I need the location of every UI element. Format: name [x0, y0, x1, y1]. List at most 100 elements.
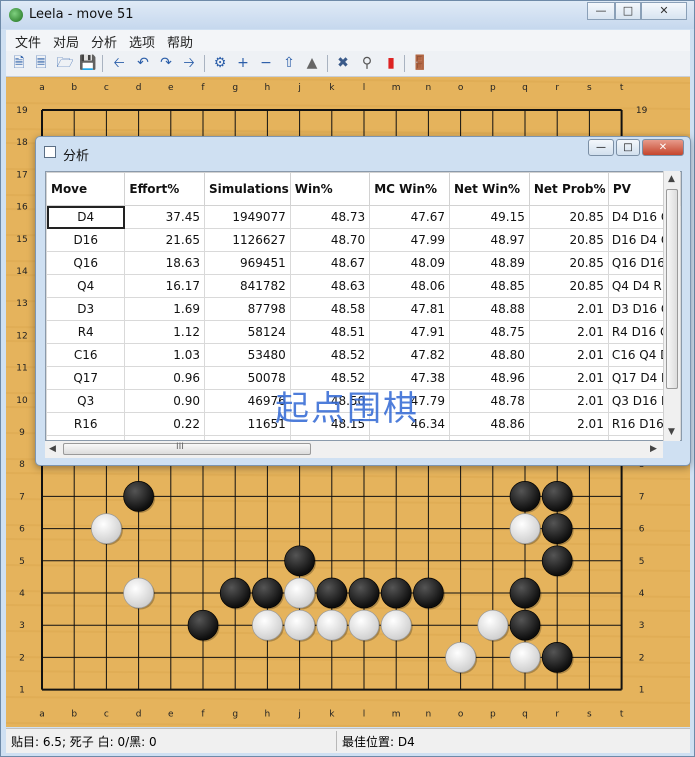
menu-options[interactable]: 选项: [129, 32, 155, 51]
table-cell: 969451: [203, 251, 291, 275]
column-header[interactable]: Win%: [289, 172, 371, 206]
menu-analysis[interactable]: 分析: [91, 32, 117, 51]
exit-icon[interactable]: 🚪: [411, 54, 429, 72]
table-row[interactable]: D4 37.45 1949077 48.73 47.67 49.15 20.85 D4 D16…: [46, 205, 681, 229]
table-cell: 20.85: [528, 251, 609, 275]
horizontal-scroll-thumb[interactable]: III: [63, 442, 311, 455]
column-label: b: [71, 83, 77, 93]
undo-icon[interactable]: ↶: [134, 54, 152, 72]
table-row[interactable]: Q4 16.17 841782 48.63 48.06 48.85 20.85 Q4 D4 R…: [46, 274, 681, 298]
table-cell: 20.85: [528, 274, 609, 298]
menu-file[interactable]: 文件: [15, 32, 41, 51]
column-label: l: [363, 83, 366, 93]
table-cell: R4: [46, 320, 126, 344]
back-icon[interactable]: 🡠: [110, 54, 128, 72]
column-header[interactable]: Effort%: [124, 172, 205, 206]
table-cell: 48.89: [449, 251, 530, 275]
maximize-button[interactable]: □: [615, 2, 641, 20]
menu-help[interactable]: 帮助: [167, 32, 193, 51]
close-button[interactable]: ✕: [641, 2, 687, 20]
analysis-maximize-button[interactable]: □: [616, 139, 640, 156]
mark-icon[interactable]: ▮: [382, 54, 400, 72]
column-header[interactable]: MC Win%: [369, 172, 450, 206]
scroll-grip: III: [176, 442, 184, 452]
black-stone: [187, 609, 219, 641]
white-stone: [509, 642, 541, 673]
eraser-icon[interactable]: ▲: [303, 54, 321, 72]
row-label: 2: [639, 653, 645, 663]
column-label: p: [490, 83, 496, 93]
scroll-left-icon[interactable]: ◀: [49, 444, 56, 454]
table-row[interactable]: D16 21.65 1126627 48.70 47.99 48.97 20.85 D16 D…: [46, 228, 681, 252]
new-game-icon[interactable]: 🗎: [10, 54, 28, 72]
table-cell: C16: [46, 343, 126, 367]
column-label: c: [104, 710, 109, 720]
horizontal-scrollbar[interactable]: ◀ III ▶: [45, 441, 663, 458]
column-label: s: [587, 83, 592, 93]
menu-game[interactable]: 对局: [53, 32, 79, 51]
vertical-scrollbar[interactable]: ▲ ▼: [663, 171, 680, 441]
column-label: s: [587, 710, 592, 720]
toolbar-separator: [327, 55, 328, 72]
stop-icon[interactable]: ✖: [334, 54, 352, 72]
forward-icon[interactable]: 🡢: [180, 54, 198, 72]
table-cell: 48.97: [449, 228, 530, 252]
new-handicap-icon[interactable]: 🗏: [32, 54, 50, 72]
save-icon[interactable]: 💾: [79, 54, 97, 72]
column-label: q: [522, 710, 528, 720]
column-header[interactable]: Move: [46, 172, 126, 206]
table-cell: 1.03: [124, 343, 205, 367]
white-stone: [509, 513, 541, 544]
column-header[interactable]: Simulations: [203, 172, 291, 206]
table-cell: 1126627: [203, 228, 291, 252]
analysis-minimize-button[interactable]: —: [588, 139, 614, 156]
row-label: 8: [19, 460, 25, 470]
white-stone: [123, 577, 154, 609]
row-label: 6: [19, 525, 25, 535]
vertical-scroll-thumb[interactable]: [666, 189, 678, 389]
up-icon[interactable]: ⇧: [280, 54, 298, 72]
table-cell: 0.90: [124, 389, 205, 413]
plus-icon[interactable]: +: [234, 54, 252, 72]
white-stone: [445, 642, 476, 673]
column-label: o: [458, 710, 464, 720]
minus-icon[interactable]: −: [257, 54, 275, 72]
table-cell: 841782: [203, 274, 291, 298]
open-icon[interactable]: 🗁: [56, 54, 74, 72]
minimize-button[interactable]: —: [587, 2, 615, 20]
toolbar-separator: [404, 55, 405, 72]
row-label: 9: [19, 428, 25, 438]
column-header[interactable]: Net Prob%: [528, 172, 609, 206]
table-cell: 0.96: [124, 366, 205, 390]
scroll-down-icon[interactable]: ▼: [668, 427, 675, 437]
table-cell: 48.80: [449, 343, 530, 367]
app-icon: [9, 8, 23, 22]
table-row[interactable]: Q16 18.63 969451 48.67 48.09 48.89 20.85 Q16 D1…: [46, 251, 681, 275]
table-header: Move Effort% Simulations Win% MC Win% Net Win…: [46, 172, 681, 206]
table-cell: 48.09: [369, 251, 450, 275]
scroll-right-icon[interactable]: ▶: [650, 444, 657, 454]
search-icon[interactable]: ⚲: [358, 54, 376, 72]
analysis-close-button[interactable]: ✕: [642, 139, 684, 156]
status-komi-captures: 贴目: 6.5; 死子 白: 0/黑: 0: [11, 735, 157, 749]
status-divider: [336, 731, 337, 751]
scroll-up-icon[interactable]: ▲: [668, 174, 675, 184]
watermark: 起点围棋: [275, 389, 419, 429]
black-stone: [219, 577, 251, 609]
black-stone: [123, 481, 154, 512]
table-row[interactable]: C16 1.03 53480 48.52 47.82 48.80 2.01 C16 Q4 D: [46, 343, 681, 367]
column-label: t: [620, 83, 624, 93]
redo-icon[interactable]: ↷: [157, 54, 175, 72]
column-label: k: [329, 710, 335, 720]
column-label: m: [392, 83, 401, 93]
column-label: h: [265, 710, 271, 720]
column-header[interactable]: Net Win%: [449, 172, 530, 206]
title-bar[interactable]: Leela - move 51 — □ ✕: [1, 1, 694, 29]
table-cell: 2.01: [528, 320, 609, 344]
table-row[interactable]: R4 1.12 58124 48.51 47.91 48.75 2.01 R4 D16 Q: [46, 320, 681, 344]
engine-icon[interactable]: ⚙: [211, 54, 229, 72]
table-row[interactable]: D3 1.69 87798 48.58 47.81 48.88 2.01 D3 D16 Q: [46, 297, 681, 321]
column-label: r: [555, 83, 559, 93]
toolbar-separator: [204, 55, 205, 72]
column-label: g: [232, 83, 238, 93]
